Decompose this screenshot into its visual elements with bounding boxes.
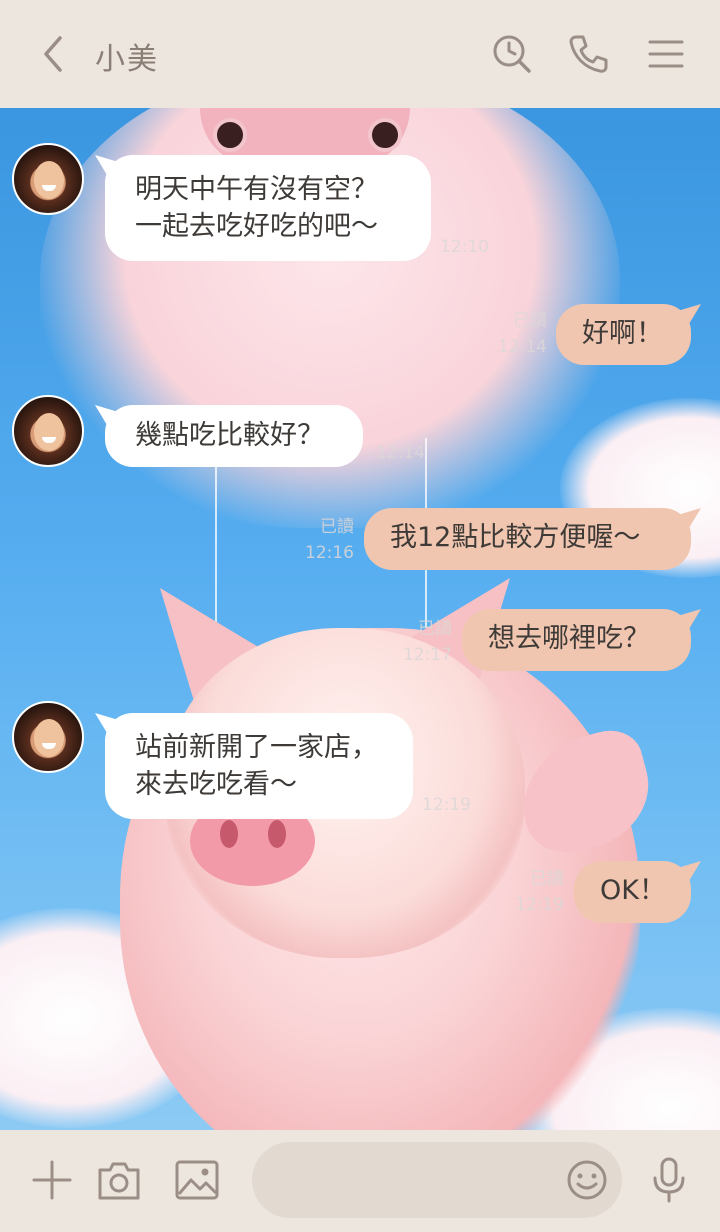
read-receipt: 已讀 <box>418 619 452 639</box>
message-text-line: 想去哪裡吃？ <box>488 623 650 654</box>
avatar[interactable] <box>12 395 84 467</box>
outgoing-message[interactable]: 我12點比較方便喔～ <box>364 508 691 570</box>
balloon-string <box>215 438 217 638</box>
avatar[interactable] <box>12 701 84 773</box>
message-text-line: OK！ <box>600 875 666 906</box>
avatar[interactable] <box>12 143 84 215</box>
camera-icon[interactable] <box>96 1158 142 1202</box>
search-clock-icon[interactable] <box>490 32 534 76</box>
message-text-line: 來去吃吃看～ <box>135 769 297 800</box>
message-time: 12:19 <box>515 895 564 915</box>
message-text-line: 我12點比較方便喔～ <box>390 522 641 553</box>
phone-icon[interactable] <box>566 32 610 76</box>
microphone-icon[interactable] <box>648 1156 690 1204</box>
message-time: 12:10 <box>440 237 489 257</box>
message-time: 12:16 <box>305 543 354 563</box>
pig-eye <box>368 118 402 152</box>
read-receipt: 已讀 <box>513 311 547 331</box>
incoming-message[interactable]: 幾點吃比較好？ <box>105 405 363 467</box>
chat-title: 小美 <box>95 42 159 77</box>
chat-header: 小美 <box>0 0 720 108</box>
outgoing-message[interactable]: 好啊！ <box>556 304 691 365</box>
pig-eye <box>213 118 247 152</box>
read-receipt: 已讀 <box>530 869 564 889</box>
plus-icon[interactable] <box>30 1158 74 1202</box>
message-text-line: 幾點吃比較好？ <box>135 420 324 451</box>
emoji-icon[interactable] <box>565 1158 609 1202</box>
chevron-left-icon[interactable] <box>34 32 74 76</box>
pig-nostril <box>220 820 238 848</box>
message-time: 12:14 <box>498 337 547 357</box>
menu-icon[interactable] <box>644 32 688 76</box>
incoming-message[interactable]: 明天中午有沒有空？ 一起去吃好吃的吧～ <box>105 155 431 261</box>
message-text-line: 站前新開了一家店， <box>135 732 378 763</box>
message-time: 12:14 <box>376 443 425 463</box>
incoming-message[interactable]: 站前新開了一家店， 來去吃吃看～ <box>105 713 413 819</box>
pig-nostril <box>268 820 286 848</box>
message-time: 12:17 <box>403 645 452 665</box>
message-text-line: 一起去吃好吃的吧～ <box>135 211 378 242</box>
image-icon[interactable] <box>174 1158 220 1202</box>
outgoing-message[interactable]: 想去哪裡吃？ <box>462 609 691 671</box>
message-time: 12:19 <box>422 795 471 815</box>
outgoing-message[interactable]: OK！ <box>574 861 691 923</box>
message-text-line: 明天中午有沒有空？ <box>135 174 378 205</box>
read-receipt: 已讀 <box>320 517 354 537</box>
message-text-line: 好啊！ <box>582 318 663 349</box>
